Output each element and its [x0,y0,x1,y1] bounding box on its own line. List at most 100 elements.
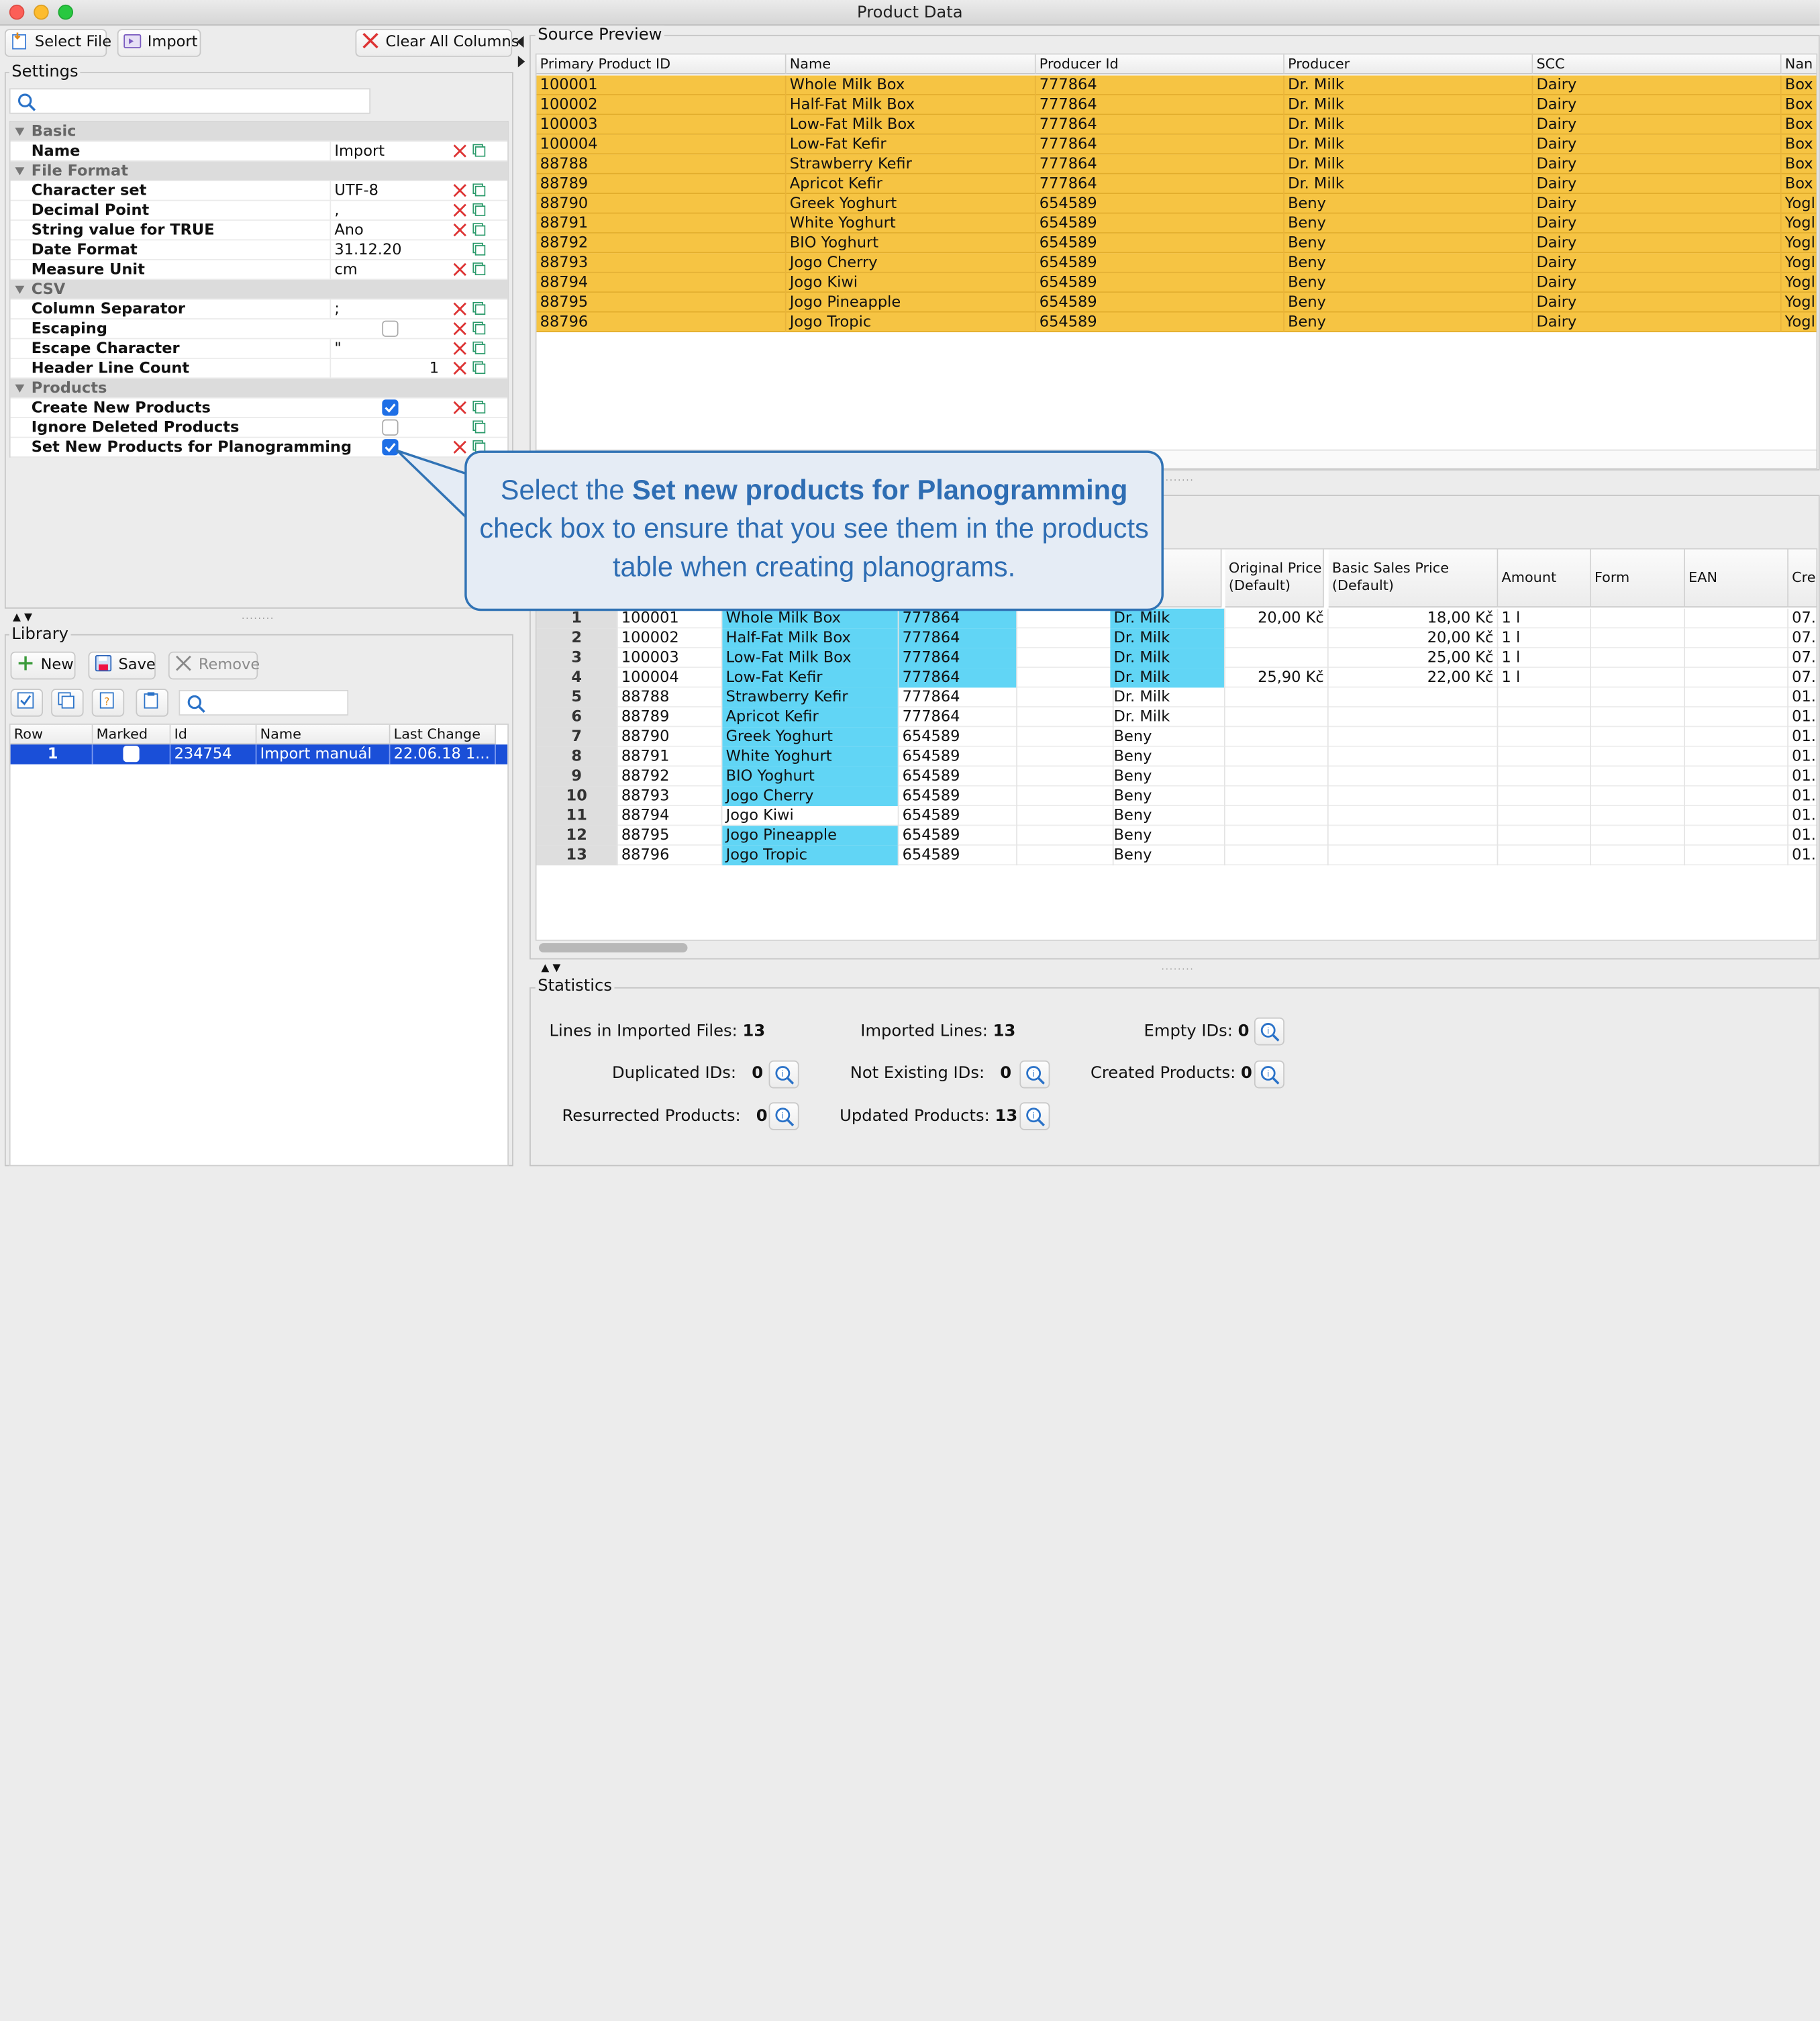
column-header[interactable]: Nan [1781,54,1817,75]
table-row[interactable]: 88792 BIO Yoghurt 654589 Beny Dairy Yogl [536,233,1817,254]
prop-string-true[interactable]: String value for TRUE Ano [10,220,508,241]
table-row[interactable]: 2 100002 Half-Fat Milk Box 777864 Dr. Milk 20… [536,628,1817,648]
splitter-grip[interactable]: ········ [242,613,274,624]
duplicated-ids-details-button[interactable]: i [768,1060,799,1089]
column-separator-value[interactable]: ; [330,299,444,319]
prop-decimal-point[interactable]: Decimal Point, [10,201,508,221]
column-header[interactable]: Cre [1788,549,1817,608]
horizontal-scrollbar[interactable] [538,943,688,953]
reset-x-icon[interactable] [453,183,467,197]
reset-x-icon[interactable] [453,144,467,158]
copy-icon[interactable] [472,341,486,354]
column-header[interactable]: Name [256,724,391,745]
copy-icon[interactable] [472,203,486,216]
copy-icon[interactable] [472,301,486,315]
table-row[interactable]: 1 100001 Whole Milk Box 777864 Dr. Milk 20,00… [536,608,1817,629]
remove-button[interactable]: Remove [168,651,260,680]
table-row[interactable]: 1 234754 Import manuál 22.06.18 1... [10,744,508,765]
table-row[interactable]: 100004 Low-Fat Kefir 777864 Dr. Milk Dairy Bo… [536,134,1817,155]
column-header[interactable]: Form [1590,549,1685,608]
copy-icon[interactable] [472,361,486,375]
table-row[interactable]: 88796 Jogo Tropic 654589 Beny Dairy Yogl [536,312,1817,332]
column-header[interactable]: Original Price (Default) [1225,549,1324,608]
table-row[interactable]: 88789 Apricot Kefir 777864 Dr. Milk Dairy Box [536,174,1817,194]
resurrected-details-button[interactable]: i [768,1102,799,1130]
copy-icon[interactable] [472,322,486,335]
table-row[interactable]: 88793 Jogo Cherry 654589 Beny Dairy Yogl [536,253,1817,273]
prop-column-separator[interactable]: Column Separator; [10,299,508,319]
save-button[interactable]: Save [88,651,156,680]
info-button[interactable]: ? [91,689,125,717]
copy-icon[interactable] [472,242,486,256]
reset-x-icon[interactable] [453,223,467,237]
table-row[interactable]: 100002 Half-Fat Milk Box 777864 Dr. Milk Dai… [536,95,1817,115]
character-set-value[interactable]: UTF-8 [330,181,444,200]
escape-character-value[interactable]: " [330,339,444,358]
column-header[interactable]: EAN [1684,549,1788,608]
splitter-grip[interactable]: ········ [1162,964,1195,975]
table-row[interactable]: 9 88792 BIO Yoghurt 654589 Beny 01. [536,767,1817,787]
column-header[interactable]: Producer [1284,54,1533,75]
column-header[interactable]: Primary Product ID [536,54,787,75]
escaping-checkbox[interactable] [382,320,399,337]
reset-x-icon[interactable] [453,262,467,277]
column-header[interactable]: Row [10,724,93,745]
copy-icon[interactable] [472,420,486,434]
splitter-grip[interactable]: ········ [1162,475,1195,486]
column-header[interactable]: Producer Id [1035,54,1284,75]
column-header[interactable]: Marked [93,724,171,745]
table-row[interactable]: 6 88789 Apricot Kefir 777864 Dr. Milk 01. [536,707,1817,728]
new-button[interactable]: New [10,651,76,680]
table-row[interactable]: 88795 Jogo Pineapple 654589 Beny Dairy Yogl [536,293,1817,313]
duplicate-button[interactable] [51,689,84,717]
group-file-format[interactable]: File Format [10,161,508,181]
select-all-button[interactable] [10,689,44,717]
column-header[interactable]: Name [786,54,1036,75]
column-header[interactable]: Basic Sales Price (Default) [1328,549,1499,608]
prop-ignore-deleted-products[interactable]: Ignore Deleted Products [10,418,508,438]
table-row[interactable]: 10 88793 Jogo Cherry 654589 Beny 01. [536,786,1817,806]
ignore-deleted-products-checkbox[interactable] [382,419,399,436]
clear-all-columns-button[interactable]: Clear All Columns [355,29,519,57]
expand-arrow[interactable] [517,56,525,68]
prop-escaping[interactable]: Escaping [10,319,508,340]
prop-date-format[interactable]: Date Format 31.12.20 [10,240,508,260]
splitter-arrows[interactable]: ▲ ▼ [541,963,560,975]
name-value[interactable]: Import manual [330,142,444,180]
table-row[interactable]: 3 100003 Low-Fat Milk Box 777864 Dr. Milk 25,… [536,648,1817,669]
reset-x-icon[interactable] [453,203,467,217]
string-true-value[interactable]: Ano [330,220,444,240]
prop-character-set[interactable]: Character set UTF-8 [10,181,508,201]
column-header[interactable]: Last Change [390,724,496,745]
prop-escape-character[interactable]: Escape Character " [10,339,508,359]
prop-create-new-products[interactable]: Create New Products [10,399,508,418]
empty-ids-details-button[interactable]: i [1254,1017,1284,1046]
settings-search-input[interactable] [9,88,371,114]
table-row[interactable]: 4 100004 Low-Fat Kefir 777864 Dr. Milk 25,90 … [536,668,1817,688]
reset-x-icon[interactable] [453,302,467,316]
prop-name[interactable]: Name Import manual [10,142,508,180]
library-search-input[interactable] [179,689,349,716]
column-header[interactable]: SCC [1533,54,1782,75]
table-row[interactable]: 100001 Whole Milk Box 777864 Dr. Milk Dairy B… [536,75,1817,95]
prop-measure-unit[interactable]: Measure Unit cm [10,260,508,281]
table-row[interactable]: 8 88791 White Yoghurt 654589 Beny 01. [536,746,1817,767]
updated-products-details-button[interactable]: i [1019,1102,1050,1130]
created-products-details-button[interactable]: i [1254,1060,1284,1089]
group-csv[interactable]: CSV [10,280,508,300]
table-row[interactable]: 88790 Greek Yoghurt 654589 Beny Dairy Yogl [536,193,1817,214]
table-row[interactable]: 88791 White Yoghurt 654589 Beny Dairy Yogl [536,213,1817,234]
group-products[interactable]: Products [10,379,508,399]
column-header[interactable]: Id [170,724,257,745]
column-header[interactable]: Amount [1498,549,1591,608]
table-row[interactable]: 100003 Low-Fat Milk Box 777864 Dr. Milk Dair… [536,115,1817,135]
reset-x-icon[interactable] [453,342,467,356]
marked-checkbox[interactable] [123,745,140,762]
export-button[interactable] [136,689,168,717]
group-basic[interactable]: Basic [10,121,508,142]
table-row[interactable]: 11 88794 Jogo Kiwi 654589 Beny 01. [536,805,1817,826]
date-format-value[interactable]: 31.12.20 [330,240,444,259]
copy-icon[interactable] [472,223,486,236]
copy-icon[interactable] [472,262,486,276]
reset-x-icon[interactable] [453,322,467,336]
